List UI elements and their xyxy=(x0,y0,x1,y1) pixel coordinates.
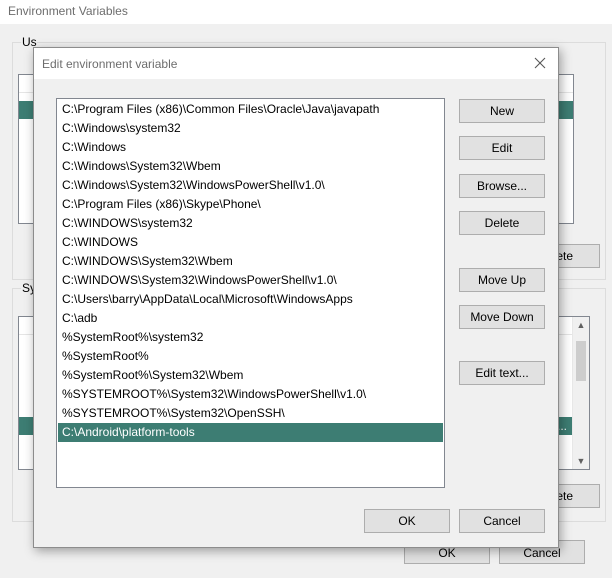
path-list-item[interactable]: C:\Windows xyxy=(58,138,443,157)
edit-button[interactable]: Edit xyxy=(459,136,545,160)
path-list-item[interactable]: C:\WINDOWS\System32\WindowsPowerShell\v1… xyxy=(58,271,443,290)
parent-titlebar: Environment Variables xyxy=(0,0,612,24)
path-list-item[interactable]: %SystemRoot% xyxy=(58,347,443,366)
new-button[interactable]: New xyxy=(459,99,545,123)
move-up-button[interactable]: Move Up xyxy=(459,268,545,292)
path-list-item[interactable]: C:\Program Files (x86)\Common Files\Orac… xyxy=(58,100,443,119)
scroll-down-icon[interactable]: ▼ xyxy=(573,453,589,469)
path-list-item[interactable]: C:\Windows\System32\WindowsPowerShell\v1… xyxy=(58,176,443,195)
dialog-titlebar: Edit environment variable xyxy=(34,48,558,79)
close-button[interactable] xyxy=(522,48,558,79)
path-list-item[interactable]: C:\WINDOWS xyxy=(58,233,443,252)
delete-button[interactable]: Delete xyxy=(459,211,545,235)
path-list-item[interactable]: C:\Users\barry\AppData\Local\Microsoft\W… xyxy=(58,290,443,309)
path-list-item-selected[interactable]: C:\Android\platform-tools xyxy=(58,423,443,442)
edit-text-button[interactable]: Edit text... xyxy=(459,361,545,385)
ok-button[interactable]: OK xyxy=(364,509,450,533)
close-icon[interactable] xyxy=(534,57,546,69)
path-list-item[interactable]: %SystemRoot%\system32 xyxy=(58,328,443,347)
path-list-item[interactable]: %SYSTEMROOT%\System32\WindowsPowerShell\… xyxy=(58,385,443,404)
path-list-item[interactable]: C:\Program Files (x86)\Skype\Phone\ xyxy=(58,195,443,214)
scroll-thumb[interactable] xyxy=(576,341,586,381)
path-list[interactable]: C:\Program Files (x86)\Common Files\Orac… xyxy=(56,98,445,488)
path-list-items: C:\Program Files (x86)\Common Files\Orac… xyxy=(57,99,444,442)
move-down-button[interactable]: Move Down xyxy=(459,305,545,329)
cancel-button[interactable]: Cancel xyxy=(459,509,545,533)
path-list-item[interactable]: C:\WINDOWS\System32\Wbem xyxy=(58,252,443,271)
path-list-item[interactable]: %SystemRoot%\System32\Wbem xyxy=(58,366,443,385)
dialog-title: Edit environment variable xyxy=(42,57,178,71)
browse-button[interactable]: Browse... xyxy=(459,174,545,198)
path-list-item[interactable]: C:\adb xyxy=(58,309,443,328)
edit-environment-variable-dialog: Edit environment variable C:\Program Fil… xyxy=(33,47,559,548)
path-list-item[interactable]: %SYSTEMROOT%\System32\OpenSSH\ xyxy=(58,404,443,423)
path-list-item[interactable]: C:\WINDOWS\system32 xyxy=(58,214,443,233)
system-variables-scrollbar[interactable]: ▲ ▼ xyxy=(572,317,589,469)
scroll-up-icon[interactable]: ▲ xyxy=(573,317,589,333)
path-list-item[interactable]: C:\Windows\system32 xyxy=(58,119,443,138)
path-list-item[interactable]: C:\Windows\System32\Wbem xyxy=(58,157,443,176)
parent-window-title: Environment Variables xyxy=(8,4,128,18)
